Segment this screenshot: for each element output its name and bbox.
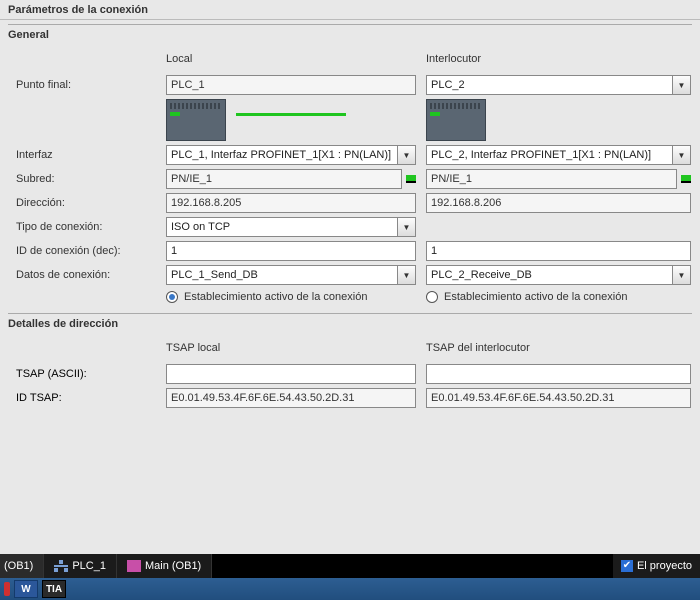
local-address-field	[166, 193, 416, 213]
chevron-down-icon[interactable]: ▼	[673, 75, 691, 95]
column-local-header: Local	[166, 53, 416, 71]
section-address-details: Detalles de dirección	[8, 313, 692, 334]
partner-id-tsap-field	[426, 388, 691, 408]
label-id-tsap: ID TSAP:	[16, 392, 156, 404]
chevron-down-icon[interactable]: ▼	[398, 217, 416, 237]
connection-type-select[interactable]: ISO on TCP	[166, 217, 398, 237]
label-conn-data: Datos de conexión:	[16, 269, 156, 281]
partner-interface-select[interactable]: PLC_2, Interfaz PROFINET_1[X1 : PN(LAN)]	[426, 145, 673, 165]
partner-active-est-radio[interactable]	[426, 291, 438, 303]
network-icon	[54, 560, 68, 572]
column-partner-header: Interlocutor	[426, 53, 691, 71]
partner-tsap-ascii-field[interactable]	[426, 364, 691, 384]
section-general: General	[8, 24, 692, 45]
local-tsap-ascii-field[interactable]	[166, 364, 416, 384]
header-tsap-partner: TSAP del interlocutor	[426, 342, 691, 360]
label-conn-id: ID de conexión (dec):	[16, 245, 156, 257]
local-subnet-field	[166, 169, 402, 189]
local-active-est-radio[interactable]	[166, 291, 178, 303]
label-address: Dirección:	[16, 197, 156, 209]
tab-main-ob1[interactable]: Main (OB1)	[117, 554, 212, 578]
network-indicator-icon	[406, 175, 416, 183]
taskbar-separator-icon	[4, 582, 10, 596]
local-conn-id-field[interactable]	[166, 241, 416, 261]
local-device-thumbnail	[166, 99, 226, 141]
local-id-tsap-field	[166, 388, 416, 408]
header-tsap-local: TSAP local	[166, 342, 416, 360]
partner-device-thumbnail	[426, 99, 486, 141]
label-endpoint: Punto final:	[16, 79, 156, 91]
local-endpoint-field	[166, 75, 416, 95]
chevron-down-icon[interactable]: ▼	[398, 145, 416, 165]
tab-label: (OB1)	[4, 560, 33, 572]
status-text: El proyecto	[637, 560, 692, 572]
block-icon	[127, 560, 141, 572]
partner-endpoint-select[interactable]: PLC_2	[426, 75, 673, 95]
chevron-down-icon[interactable]: ▼	[673, 265, 691, 285]
partner-conn-data-select[interactable]: PLC_2_Receive_DB	[426, 265, 673, 285]
label-conn-type: Tipo de conexión:	[16, 221, 156, 233]
label-active-est-partner: Establecimiento activo de la conexión	[444, 291, 627, 303]
label-tsap-ascii: TSAP (ASCII):	[16, 368, 156, 380]
label-subnet: Subred:	[16, 173, 156, 185]
chevron-down-icon[interactable]: ▼	[398, 265, 416, 285]
tab-ob1-partial[interactable]: (OB1)	[0, 554, 44, 578]
chevron-down-icon[interactable]: ▼	[673, 145, 691, 165]
tab-label: Main (OB1)	[145, 560, 201, 572]
status-right: ✔ El proyecto	[613, 554, 700, 578]
taskbar-word-icon[interactable]: W	[14, 580, 38, 598]
tab-label: PLC_1	[72, 560, 106, 572]
check-icon: ✔	[621, 560, 633, 572]
editor-tab-bar: (OB1) PLC_1 Main (OB1) ✔ El proyecto	[0, 554, 700, 578]
local-interface-select[interactable]: PLC_1, Interfaz PROFINET_1[X1 : PN(LAN)]	[166, 145, 398, 165]
partner-subnet-field	[426, 169, 677, 189]
partner-conn-id-field[interactable]	[426, 241, 691, 261]
label-interface: Interfaz	[16, 149, 156, 161]
connection-line-icon	[236, 113, 346, 116]
taskbar-tia-icon[interactable]: TIA	[42, 580, 66, 598]
partner-address-field	[426, 193, 691, 213]
label-active-est-local: Establecimiento activo de la conexión	[184, 291, 367, 303]
tab-plc1[interactable]: PLC_1	[44, 554, 117, 578]
panel-title: Parámetros de la conexión	[0, 0, 700, 20]
local-conn-data-select[interactable]: PLC_1_Send_DB	[166, 265, 398, 285]
network-indicator-icon	[681, 175, 691, 183]
taskbar: W TIA	[0, 578, 700, 600]
